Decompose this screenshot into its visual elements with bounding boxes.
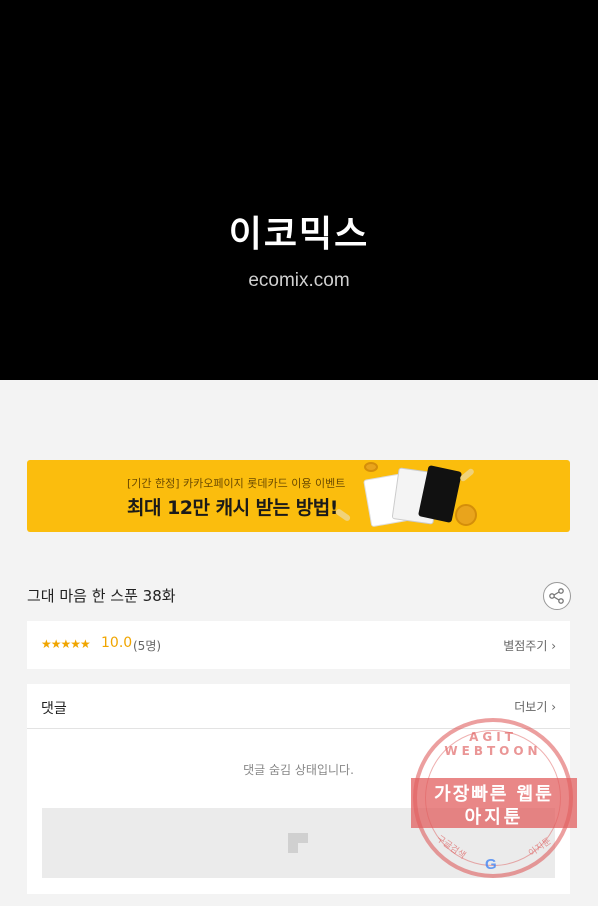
google-icon: G [485,856,497,873]
ad-placeholder-icon [288,833,308,853]
rating-stars: ★★★★★ [41,637,91,651]
rating-panel: ★★★★★ 10.0 (5명) 별점주기 › [27,621,570,669]
share-button[interactable] [543,582,571,610]
promo-title: 최대 12만 캐시 받는 방법! [127,497,338,519]
stamp-band: 가장빠른 웹툰 아지툰 [411,778,577,828]
promo-subtitle: [기간 한정] 카카오페이지 롯데카드 이용 이벤트 [127,477,346,490]
episode-title: 그대 마음 한 스푼 38화 [27,587,176,605]
sparkle-decoration [458,467,476,483]
coin-icon [364,462,378,472]
stamp-arc-text: AGIT WEBTOON [444,730,542,758]
rate-button[interactable]: 별점주기 › [503,637,556,654]
site-url: ecomix.com [248,270,350,291]
comments-title: 댓글 [41,701,67,717]
rating-count: (5명) [133,639,162,653]
hero-banner: 이코믹스 ecomix.com [0,0,598,380]
promo-banner[interactable]: [기간 한정] 카카오페이지 롯데카드 이용 이벤트 최대 12만 캐시 받는 … [27,460,570,532]
ecomix-logo: 이코믹스 [228,213,370,255]
more-comments-link[interactable]: 더보기 › [514,698,556,715]
rating-score: 10.0 [101,635,133,651]
coin-icon [455,504,477,526]
stamp-line2: 아지툰 [464,807,524,828]
share-icon [549,588,564,604]
watermark-stamp: AGIT WEBTOON 가장빠른 웹툰 아지툰 구글검색 아지툰 G [411,718,577,878]
